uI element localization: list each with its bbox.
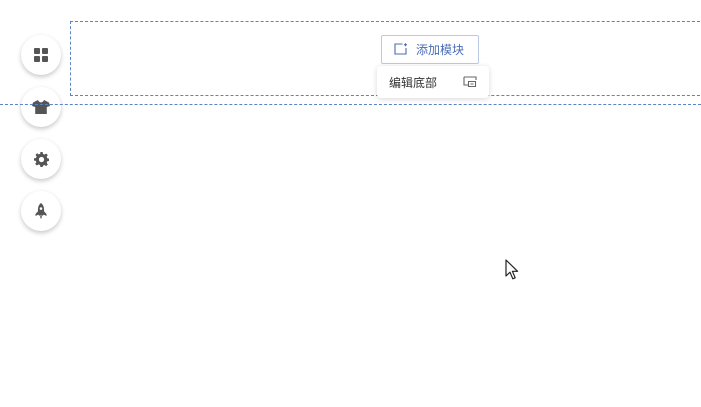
page-canvas: 添加模块 编辑底部	[0, 0, 701, 407]
theme-tool-button[interactable]	[21, 87, 61, 127]
edit-footer-icon	[463, 73, 477, 92]
modules-tool-button[interactable]	[21, 35, 61, 75]
add-module-button[interactable]: 添加模块	[381, 35, 479, 64]
shirt-icon	[32, 100, 50, 114]
settings-tool-button[interactable]	[21, 139, 61, 179]
gear-icon	[33, 151, 49, 167]
add-module-label: 添加模块	[416, 43, 465, 57]
grid-icon	[34, 48, 48, 62]
edit-footer-button[interactable]: 编辑底部	[377, 66, 489, 98]
mouse-cursor-icon	[505, 259, 519, 285]
add-module-icon	[394, 40, 408, 59]
footer-boundary-line	[0, 104, 701, 105]
publish-tool-button[interactable]	[21, 191, 61, 231]
rocket-icon	[35, 203, 47, 219]
edit-footer-label: 编辑底部	[389, 75, 438, 90]
